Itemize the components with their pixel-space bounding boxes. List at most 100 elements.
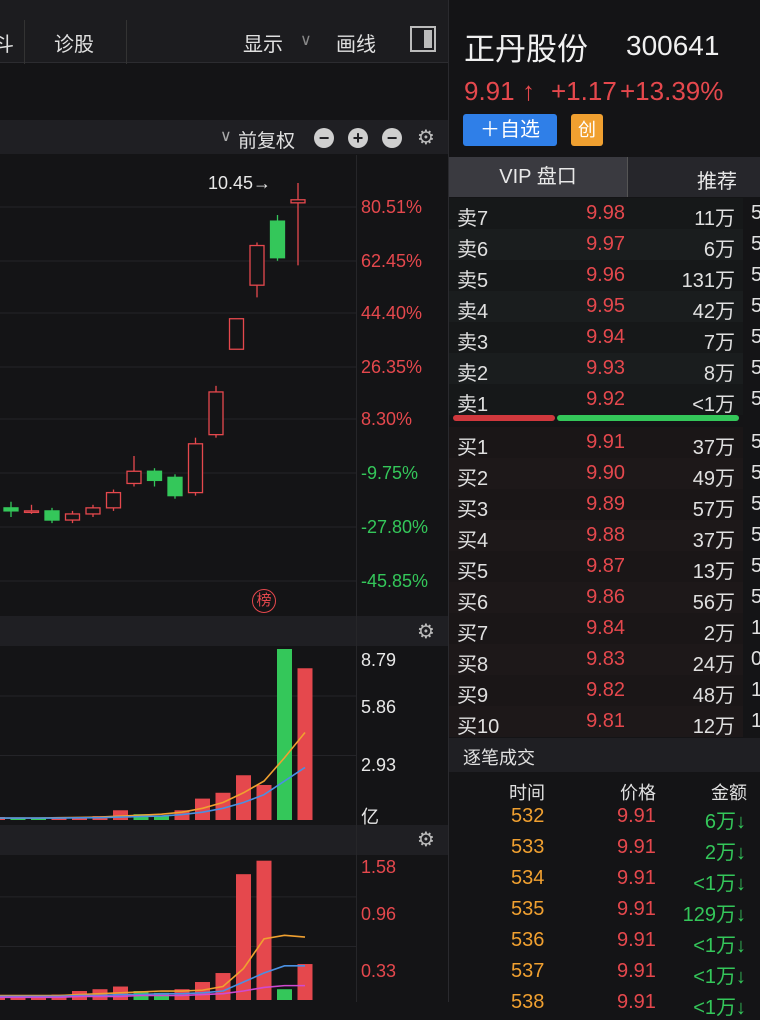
collapse-icon[interactable]: − <box>382 128 402 148</box>
tab-vip-orderbook[interactable]: VIP 盘口 <box>449 157 628 197</box>
y-tick-label: 8.30% <box>361 409 413 429</box>
level-extra: 5 <box>751 431 760 453</box>
level-label: 卖7 <box>457 208 489 230</box>
level-label: 买9 <box>457 685 489 707</box>
candle-body <box>44 510 60 521</box>
tick-time: 535 <box>511 898 545 920</box>
y-tick-label: 0.96 <box>361 904 397 924</box>
stock-name: 正丹股份 <box>464 32 588 67</box>
chart-toolbar: 斗 诊股 显示 ∨ 画线 <box>0 0 448 64</box>
add-watchlist-button[interactable]: ＋自选 <box>463 114 557 146</box>
draw-line-button[interactable]: 画线 <box>336 28 376 57</box>
axis-divider <box>356 155 357 1002</box>
candle-body <box>269 220 286 259</box>
candle-body <box>64 513 81 521</box>
tab-recommend[interactable]: 推荐 <box>697 165 737 194</box>
indicator-header <box>0 825 448 855</box>
level-extra: 5 <box>751 233 760 255</box>
tick-price: 9.91 <box>617 960 656 982</box>
adjust-mode-select[interactable]: 前复权 <box>238 126 295 153</box>
orderbook-row[interactable]: 买2 9.90 49万 5 <box>449 458 760 490</box>
tick-row: 532 9.91 6万↓ <box>449 801 760 833</box>
tick-row: 537 9.91 <1万↓ <box>449 956 760 988</box>
volume-bar <box>256 860 272 1000</box>
orderbook-row[interactable]: 买1 9.91 37万 5 <box>449 427 760 459</box>
y-tick-label: 44.40% <box>361 303 423 323</box>
zoom-out-icon[interactable]: − <box>314 128 334 148</box>
orderbook-row[interactable]: 买10 9.81 12万 1 <box>449 706 760 738</box>
display-menu[interactable]: 显示 <box>243 28 283 57</box>
level-volume: 56万 <box>692 592 735 614</box>
level-volume: 49万 <box>692 468 735 490</box>
tick-amount: <1万↓ <box>693 997 746 1019</box>
tick-time: 533 <box>511 836 545 858</box>
level-price: 9.81 <box>586 710 625 732</box>
tick-time: 538 <box>511 991 545 1013</box>
panel-tabs: VIP 盘口 推荐 <box>449 157 760 197</box>
orderbook-row[interactable]: 卖7 9.98 11万 5 <box>449 198 760 230</box>
y-tick-label: 8.79 <box>361 650 397 670</box>
level-volume: <1万 <box>692 394 735 416</box>
orderbook-row[interactable]: 卖6 9.97 6万 5 <box>449 229 760 261</box>
tick-amount: 2万↓ <box>704 842 746 864</box>
orderbook-row[interactable]: 卖2 9.93 8万 5 <box>449 353 760 385</box>
level-extra: 5 <box>751 586 760 608</box>
candle-body <box>208 391 224 436</box>
level-price: 9.88 <box>586 524 625 546</box>
gear-icon[interactable]: ⚙ <box>417 622 437 642</box>
level-label: 卖2 <box>457 363 489 385</box>
orderbook-row[interactable]: 卖3 9.94 7万 5 <box>449 322 760 354</box>
level-label: 买5 <box>457 561 489 583</box>
y-tick-label: 80.51% <box>361 197 423 217</box>
chevron-down-icon[interactable]: ∨ <box>220 126 232 146</box>
orderbook-row[interactable]: 买8 9.83 24万 0 <box>449 644 760 676</box>
orderbook-row[interactable]: 买6 9.86 56万 5 <box>449 582 760 614</box>
orderbook-row[interactable]: 买3 9.89 57万 5 <box>449 489 760 521</box>
price-change: +1.17 <box>551 76 617 106</box>
rank-badge[interactable]: 榜 <box>252 589 276 613</box>
candlestick-chart[interactable] <box>0 155 448 615</box>
price-change-pct: +13.39% <box>620 76 724 106</box>
zoom-in-icon[interactable]: + <box>348 128 368 148</box>
tick-amount: <1万↓ <box>693 873 746 895</box>
orderbook-row[interactable]: 卖4 9.95 42万 5 <box>449 291 760 323</box>
level-volume: 48万 <box>692 685 735 707</box>
level-label: 卖3 <box>457 332 489 354</box>
level-label: 买2 <box>457 468 489 490</box>
layout-toggle-icon[interactable] <box>410 26 436 52</box>
toolbar-divider <box>24 20 25 64</box>
tick-time: 536 <box>511 929 545 951</box>
y-tick-label: -45.85% <box>361 571 429 591</box>
y-tick-label: 26.35% <box>361 357 423 377</box>
orderbook-row[interactable]: 卖1 9.92 <1万 5 <box>449 384 760 416</box>
level-price: 9.94 <box>586 326 625 348</box>
diagnose-button[interactable]: 诊股 <box>54 28 94 57</box>
level-price: 9.87 <box>586 555 625 577</box>
buy-strength-bar <box>557 415 739 421</box>
y-tick-label: 0.33 <box>361 961 397 981</box>
level-volume: 13万 <box>692 561 735 583</box>
toolbar-cut-item[interactable]: 斗 <box>0 28 14 57</box>
last-price: 9.91 <box>464 76 515 106</box>
orderbook-row[interactable]: 买9 9.82 48万 1 <box>449 675 760 707</box>
gear-icon[interactable]: ⚙ <box>417 128 437 148</box>
orderbook-row[interactable]: 买4 9.88 37万 5 <box>449 520 760 552</box>
level-price: 9.83 <box>586 648 625 670</box>
tick-price: 9.91 <box>617 805 656 827</box>
volume-chart[interactable] <box>0 647 448 822</box>
tick-amount: <1万↓ <box>693 966 746 988</box>
y-tick-label: 62.45% <box>361 251 423 271</box>
volume-bar <box>277 989 292 1000</box>
candle-body <box>126 470 142 485</box>
level-label: 买4 <box>457 530 489 552</box>
y-tick-label: -9.75% <box>361 463 419 483</box>
orderbook-row[interactable]: 卖5 9.96 131万 5 <box>449 260 760 292</box>
tick-time: 537 <box>511 960 545 982</box>
tick-amount: 6万↓ <box>704 811 746 833</box>
orderbook-row[interactable]: 买5 9.87 13万 5 <box>449 551 760 583</box>
candle-body <box>3 507 19 512</box>
level-price: 9.89 <box>586 493 625 515</box>
orderbook-row[interactable]: 买7 9.84 2万 1 <box>449 613 760 645</box>
gear-icon[interactable]: ⚙ <box>417 830 437 850</box>
y-tick-label: -27.80% <box>361 517 429 537</box>
